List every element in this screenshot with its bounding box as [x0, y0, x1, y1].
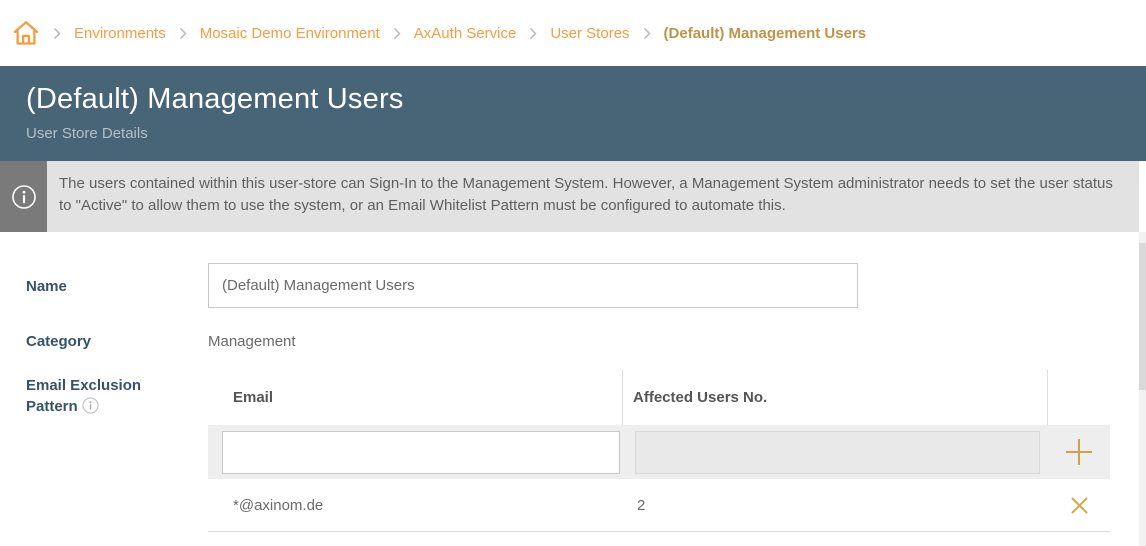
name-input[interactable] — [208, 263, 858, 308]
chevron-right-icon — [529, 27, 537, 40]
row-affected-users-value: 2 — [623, 497, 1048, 514]
table-header-row: Email Affected Users No. — [208, 370, 1110, 425]
add-row-email-cell — [208, 431, 623, 474]
category-label: Category — [26, 333, 91, 350]
breadcrumb-item-current: (Default) Management Users — [664, 25, 867, 42]
breadcrumb-item-mosaic-demo-environment[interactable]: Mosaic Demo Environment — [200, 25, 380, 42]
chevron-right-icon — [179, 27, 187, 40]
table-add-row — [208, 425, 1110, 479]
scrollbar-thumb[interactable] — [1139, 243, 1146, 390]
info-icon — [11, 184, 37, 210]
chevron-right-icon — [53, 27, 61, 40]
close-icon — [1069, 495, 1090, 516]
add-row-affected-cell — [623, 431, 1048, 474]
plus-icon — [1063, 436, 1095, 468]
name-label: Name — [26, 278, 67, 295]
info-banner-text: The users contained within this user-sto… — [47, 161, 1139, 232]
breadcrumb-home-link[interactable] — [12, 19, 40, 47]
info-icon[interactable] — [82, 397, 99, 414]
row-email-value: *@axinom.de — [208, 497, 623, 514]
add-pattern-button[interactable] — [1063, 436, 1095, 468]
breadcrumb: Environments Mosaic Demo Environment AxA… — [0, 0, 1146, 66]
page-subtitle: User Store Details — [26, 125, 1146, 142]
column-header-affected-users: Affected Users No. — [623, 370, 1048, 425]
page-title: (Default) Management Users — [26, 83, 1146, 116]
info-banner-icon-box — [0, 161, 47, 232]
home-icon — [12, 19, 40, 47]
breadcrumb-item-axauth-service[interactable]: AxAuth Service — [414, 25, 517, 42]
chevron-right-icon — [643, 27, 651, 40]
breadcrumb-item-environments[interactable]: Environments — [74, 25, 166, 42]
column-header-actions — [1048, 370, 1110, 425]
vertical-scrollbar[interactable] — [1139, 232, 1146, 546]
breadcrumb-item-user-stores[interactable]: User Stores — [550, 25, 629, 42]
affected-users-disabled-input — [635, 431, 1040, 474]
column-header-email: Email — [208, 370, 623, 425]
email-exclusion-pattern-label: Email Exclusion Pattern — [26, 375, 188, 417]
new-email-pattern-input[interactable] — [222, 431, 620, 474]
row-actions-cell — [1048, 495, 1110, 516]
table-row: *@axinom.de 2 — [208, 479, 1110, 532]
chevron-right-icon — [393, 27, 401, 40]
page-header: (Default) Management Users User Store De… — [0, 66, 1146, 161]
user-store-details-form: Name Category Management Email Exclusion… — [0, 232, 1146, 546]
delete-pattern-button[interactable] — [1069, 495, 1090, 516]
email-exclusion-table: Email Affected Users No. *@axinom — [208, 370, 1110, 532]
category-value: Management — [208, 333, 296, 350]
add-row-actions-cell — [1048, 436, 1110, 468]
info-banner: The users contained within this user-sto… — [0, 161, 1139, 232]
